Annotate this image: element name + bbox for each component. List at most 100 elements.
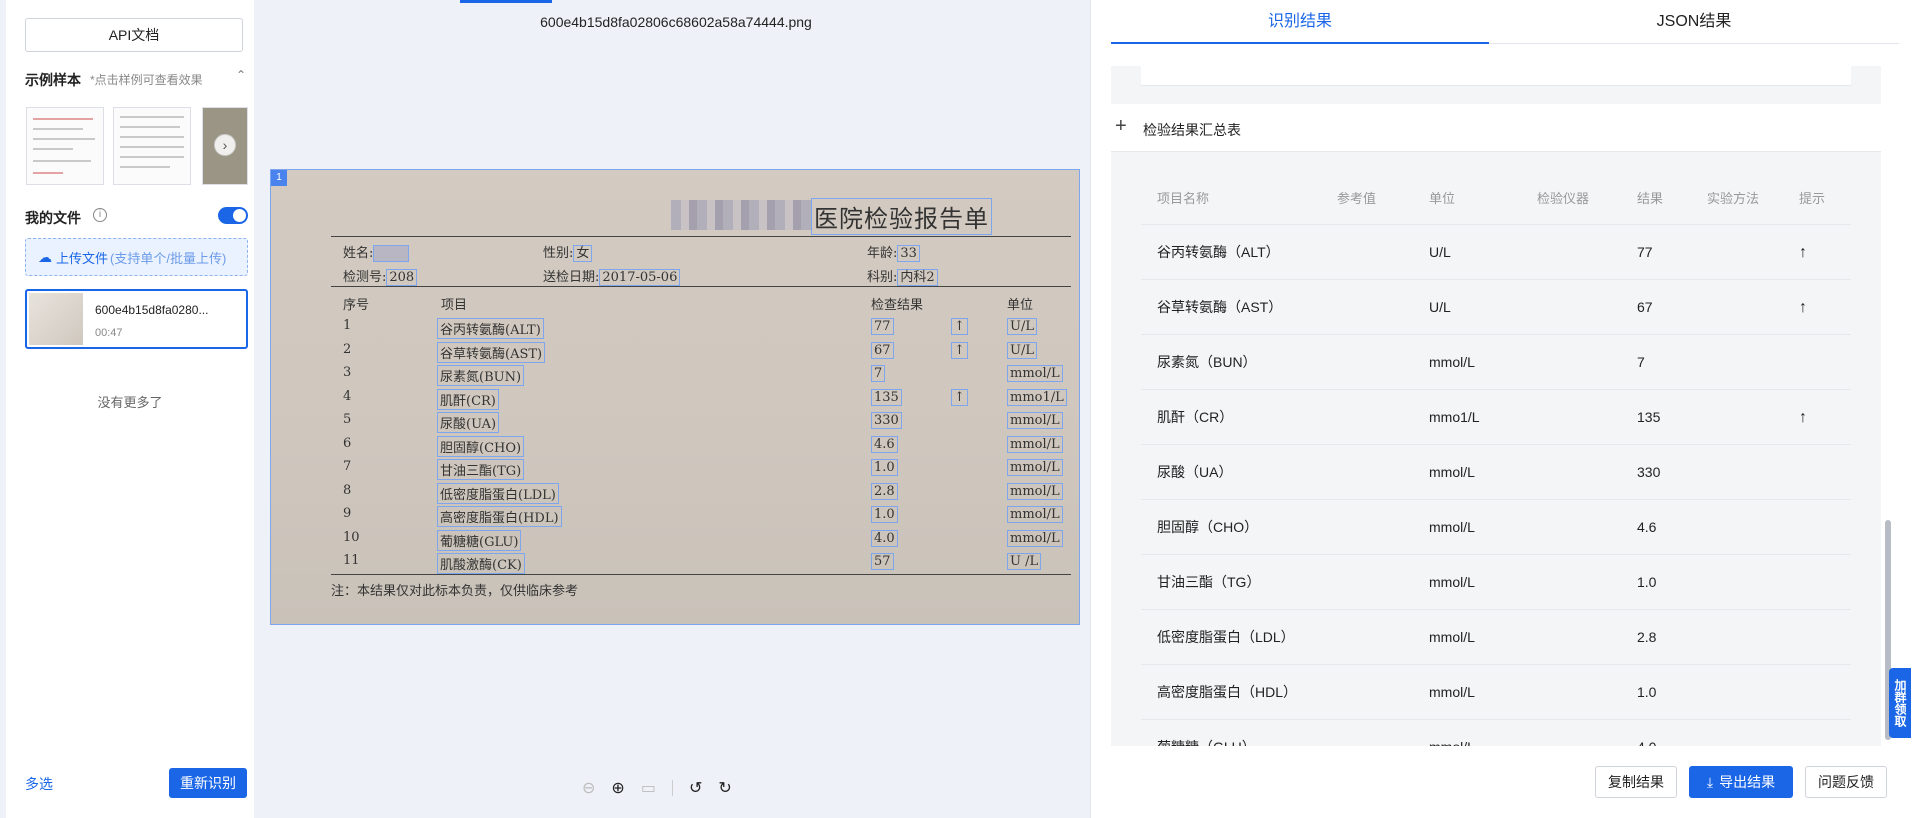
cell-result: 1.0 <box>1637 574 1657 590</box>
result-area: + 检验结果汇总表 项目名称 参考值 单位 检验仪器 结果 实验方法 提示 谷丙转氨酶（AL… <box>1111 66 1881 746</box>
cell-name: 肌酐（CR） <box>1157 409 1234 425</box>
chevron-right-icon[interactable]: › <box>214 134 236 156</box>
doc-row: 11 肌酸激酶(CK) 57 U /L <box>331 551 1071 574</box>
cell-result: 1.0 <box>1637 684 1657 700</box>
column-header: 单位 <box>1429 191 1456 206</box>
files-toggle[interactable] <box>218 207 248 224</box>
upload-hint: (支持单个/批量上传) <box>110 250 227 266</box>
doc-row: 5 尿酸(UA) 330 mmol/L <box>331 410 1071 433</box>
table-row: 胆固醇（CHO） mmol/L 4.6 <box>1141 499 1851 554</box>
plus-icon[interactable]: + <box>1115 116 1127 136</box>
file-thumbnail <box>29 293 83 345</box>
file-title: 600e4b15d8fa02806c68602a58a74444.png <box>540 14 812 30</box>
tab-json-result[interactable]: JSON结果 <box>1489 0 1899 44</box>
cell-unit: U/L <box>1429 299 1451 315</box>
table-row: 尿素氮（BUN） mmol/L 7 <box>1141 334 1851 389</box>
document-image[interactable]: 1 医院检验报告单 姓名:xxxx 性别:女 年龄:33 检测号:208 送检日… <box>270 169 1080 625</box>
copy-result-button[interactable]: 复制结果 <box>1595 766 1677 798</box>
column-header: 项目名称 <box>1157 191 1210 206</box>
cell-result: 2.8 <box>1637 629 1657 645</box>
doc-table-header: 序号 项目 检查结果 单位 <box>343 298 1034 313</box>
cell-result: 330 <box>1637 464 1661 480</box>
info-icon[interactable]: i <box>93 208 107 222</box>
column-header: 检验仪器 <box>1537 191 1590 206</box>
fit-screen-icon[interactable]: ▭ <box>641 778 656 798</box>
join-group-tag[interactable]: 加群领取 <box>1889 668 1911 738</box>
doc-row: 4 肌酐(CR) 135 ↑ mmo1/L <box>331 387 1071 410</box>
doc-row: 8 低密度脂蛋白(LDL) 2.8 mmol/L <box>331 481 1071 504</box>
cell-result: 7 <box>1637 354 1645 370</box>
section-header[interactable]: + 检验结果汇总表 <box>1111 104 1881 152</box>
api-docs-button[interactable]: API文档 <box>25 18 243 52</box>
doc-note: 注：本结果仅对此标本负责，仅供临床参考 <box>331 584 579 599</box>
zoom-in-icon[interactable]: ⊕ <box>611 778 624 798</box>
table-row: 葡糖糖（GLU） mmol/L 4.0 <box>1141 719 1851 746</box>
cloud-upload-icon: ☁ <box>38 248 52 265</box>
cell-result: 4.6 <box>1637 519 1657 535</box>
cell-name: 胆固醇（CHO） <box>1157 519 1259 535</box>
multi-select-link[interactable]: 多选 <box>25 774 53 794</box>
result-panel: 识别结果 JSON结果 + 检验结果汇总表 项目名称 参考值 单位 检验仪器 结果 实验方… <box>1090 0 1920 818</box>
upload-button[interactable]: ☁ 上传文件 (支持单个/批量上传) <box>25 238 248 276</box>
table-row: 谷丙转氨酶（ALT） U/L 77 ↑ <box>1141 224 1851 279</box>
chevron-up-double-icon[interactable]: ⌃ <box>234 68 248 82</box>
zoom-toolbar: ⊖ ⊕ ▭ ↺ ↻ <box>582 778 732 798</box>
action-bar: 复制结果 ⤓ 导出结果 问题反馈 <box>1091 766 1920 800</box>
cell-unit: mmol/L <box>1429 720 1475 746</box>
section-title: 检验结果汇总表 <box>1143 122 1241 138</box>
sample-thumbnail[interactable] <box>26 107 104 185</box>
table-row: 尿酸（UA） mmol/L 330 <box>1141 444 1851 499</box>
doc-row: 1 谷丙转氨酶(ALT) 77 ↑ U/L <box>331 316 1071 339</box>
cell-unit: mmo1/L <box>1429 409 1480 425</box>
doc-dept-field: 科别: 内科2 <box>867 266 938 286</box>
cell-unit: U/L <box>1429 244 1451 260</box>
doc-sex-field: 性别: 女 <box>543 242 593 262</box>
cell-unit: mmol/L <box>1429 629 1475 645</box>
file-item[interactable]: 600e4b15d8fa0280... 00:47 <box>25 289 248 349</box>
download-icon: ⤓ <box>1706 773 1714 790</box>
export-label: 导出结果 <box>1719 774 1776 790</box>
rotate-right-icon[interactable]: ↻ <box>718 778 731 798</box>
column-header: 实验方法 <box>1707 191 1760 206</box>
sample-thumbnail[interactable] <box>113 107 191 185</box>
column-header: 提示 <box>1799 191 1826 206</box>
column-header: 结果 <box>1637 191 1664 206</box>
redacted-hospital-name <box>671 200 811 230</box>
no-more-label: 没有更多了 <box>97 395 163 410</box>
doc-row: 6 胆固醇(CHO) 4.6 mmol/L <box>331 434 1071 457</box>
my-files-title: 我的文件 <box>25 210 81 226</box>
doc-id-field: 检测号: 208 <box>343 266 418 286</box>
cell-hint: ↑ <box>1799 409 1807 426</box>
cell-name: 葡糖糖（GLU） <box>1157 720 1256 746</box>
doc-row: 2 谷草转氨酶(AST) 67 ↑ U/L <box>331 340 1071 363</box>
cell-result: 67 <box>1637 299 1653 315</box>
export-result-button[interactable]: ⤓ 导出结果 <box>1689 766 1793 798</box>
doc-row: 9 高密度脂蛋白(HDL) 1.0 mmol/L <box>331 504 1071 527</box>
cell-unit: mmol/L <box>1429 354 1475 370</box>
doc-row: 3 尿素氮(BUN) 7 mmol/L <box>331 363 1071 386</box>
left-panel: API文档 示例样本 *点击样例可查看效果 ⌃ › 我的文件 i ☁ 上传文件 … <box>6 0 254 818</box>
doc-name-field: 姓名:xxxx <box>343 242 409 262</box>
cell-hint: ↑ <box>1799 299 1807 316</box>
table-row: 高密度脂蛋白（HDL） mmol/L 1.0 <box>1141 664 1851 719</box>
cell-unit: mmol/L <box>1429 464 1475 480</box>
samples-hint: *点击样例可查看效果 <box>90 73 203 87</box>
tab-ocr-result[interactable]: 识别结果 <box>1111 0 1489 44</box>
re-recognize-button[interactable]: 重新识别 <box>169 768 247 798</box>
doc-row: 10 葡糖糖(GLU) 4.0 mmol/L <box>331 528 1071 551</box>
cell-result: 135 <box>1637 409 1661 425</box>
zoom-out-icon[interactable]: ⊖ <box>582 778 595 798</box>
column-header: 参考值 <box>1337 191 1377 206</box>
doc-date-field: 送检日期: 2017-05-06 <box>543 266 681 286</box>
rotate-left-icon[interactable]: ↺ <box>689 778 702 798</box>
upload-label: 上传文件 <box>56 250 109 266</box>
doc-title: 医院检验报告单 <box>811 198 992 235</box>
table-row: 低密度脂蛋白（LDL） mmol/L 2.8 <box>1141 609 1851 664</box>
cell-name: 甘油三酯（TG） <box>1157 574 1261 590</box>
feedback-button[interactable]: 问题反馈 <box>1805 766 1887 798</box>
table-row: 谷草转氨酶（AST） U/L 67 ↑ <box>1141 279 1851 334</box>
cell-name: 谷草转氨酶（AST） <box>1157 299 1283 315</box>
cell-unit: mmol/L <box>1429 574 1475 590</box>
page-badge: 1 <box>271 170 287 186</box>
cell-unit: mmol/L <box>1429 684 1475 700</box>
